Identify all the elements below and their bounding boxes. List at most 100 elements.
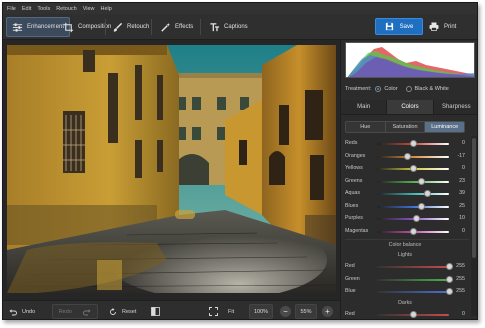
zoom-out-button[interactable]: −	[280, 306, 291, 317]
zoom-100-button[interactable]: 100%	[249, 304, 273, 319]
luminance-reds-slider-handle[interactable]	[409, 140, 417, 147]
sliders-icon	[12, 22, 23, 32]
luminance-purples-value: 10	[459, 215, 465, 221]
subtab-hue[interactable]: Hue	[346, 122, 386, 132]
subtab-luminance[interactable]: Luminance	[425, 122, 464, 132]
histogram	[345, 42, 475, 78]
luminance-aquas-value: 39	[459, 190, 465, 196]
compare-button[interactable]	[151, 304, 160, 319]
luminance-magentas-row: Magentas 0	[341, 226, 469, 238]
luminance-aquas-slider-handle[interactable]	[423, 190, 431, 197]
menu-retouch[interactable]: Retouch	[56, 6, 77, 12]
treatment-color-label: Color	[384, 86, 398, 92]
magic-wand-icon	[161, 22, 171, 32]
luminance-magentas-value: 0	[462, 227, 465, 234]
tab-colors[interactable]: Colors	[387, 100, 434, 114]
menu-edit[interactable]: Edit	[22, 6, 31, 12]
undo-icon	[9, 308, 17, 315]
luminance-oranges-slider-handle[interactable]	[403, 152, 411, 160]
redo-button[interactable]: Redo	[52, 304, 98, 319]
luminance-purples-row: Purples 10	[341, 213, 469, 225]
scrollbar-thumb[interactable]	[472, 138, 476, 258]
luminance-purples-slider-handle[interactable]	[413, 215, 421, 222]
color-balance-heading: Color balance	[388, 242, 422, 248]
lights-green-slider[interactable]	[377, 278, 449, 281]
tab-sharpness[interactable]: Sharpness	[433, 100, 477, 114]
luminance-magentas-slider-handle[interactable]	[409, 227, 417, 235]
darks-heading: Darks	[398, 299, 412, 306]
luminance-oranges-label: Oranges	[345, 152, 366, 159]
fit-icon	[209, 307, 218, 316]
tab-effects[interactable]: Effects	[155, 17, 198, 37]
panel-scrollbar[interactable]	[471, 136, 477, 316]
luminance-greens-value: 23	[459, 177, 465, 184]
tab-captions[interactable]: Captions	[204, 17, 253, 37]
luminance-yellows-slider-handle[interactable]	[409, 165, 417, 172]
save-label: Save	[399, 23, 414, 30]
lights-blue-label: Blue	[345, 288, 356, 294]
lights-red-slider[interactable]	[377, 266, 449, 268]
photo-canvas[interactable]	[7, 45, 336, 293]
luminance-greens-slider-handle[interactable]	[418, 177, 426, 185]
lights-blue-slider[interactable]	[377, 291, 449, 293]
minus-icon: −	[283, 306, 288, 316]
menu-file[interactable]: File	[7, 6, 16, 12]
luminance-reds-label: Reds	[345, 140, 358, 146]
luminance-greens-slider[interactable]	[377, 180, 449, 183]
toolbar-divider	[200, 19, 201, 35]
lights-green-row: Green 255	[341, 274, 469, 286]
radio-dot	[405, 86, 412, 92]
tab-retouch[interactable]: Retouch	[107, 17, 154, 37]
lights-heading: Lights	[397, 252, 413, 258]
darks-red-label: Red	[345, 310, 355, 317]
darks-red-slider-handle[interactable]	[409, 310, 417, 318]
lights-blue-value: 255	[456, 288, 465, 294]
section-divider	[345, 239, 469, 240]
luminance-aquas-row: Aquas 39	[341, 188, 469, 200]
text-icon	[210, 22, 220, 31]
brush-icon	[113, 22, 123, 32]
lights-red-value: 255	[456, 263, 465, 269]
undo-label: Undo	[22, 308, 36, 315]
lights-red-row: Red 255	[341, 261, 469, 273]
luminance-blues-slider-handle[interactable]	[418, 202, 426, 210]
subtab-saturation[interactable]: Saturation	[385, 122, 426, 132]
luminance-greens-label: Greens	[345, 177, 363, 184]
luminance-aquas-slider[interactable]	[377, 193, 449, 195]
luminance-blues-slider[interactable]	[377, 205, 449, 208]
treatment-bw-radio[interactable]: Black & White	[405, 86, 449, 92]
radio-dot	[375, 86, 382, 92]
reset-label: Reset	[122, 308, 137, 315]
fit-button[interactable]: Fit	[209, 304, 234, 319]
floppy-disk-icon	[385, 22, 393, 31]
print-label: Print	[444, 23, 457, 30]
reset-icon	[110, 307, 116, 315]
photo-editor-window: File Edit Tools Retouch View Help Enhanc…	[2, 2, 478, 320]
darks-red-value: 0	[462, 310, 465, 317]
luminance-yellows-label: Yellows	[345, 165, 363, 171]
printer-icon	[429, 22, 439, 31]
menu-view[interactable]: View	[83, 6, 95, 12]
lights-green-value: 255	[456, 275, 465, 282]
redo-label: Redo	[58, 308, 72, 315]
lights-red-label: Red	[345, 263, 355, 269]
adjustment-sliders: Reds 0 Oranges -17 Yellows 0 Greens 23 Aquas 39 Bl…	[341, 136, 471, 319]
zoom-level-field[interactable]: 55%	[295, 304, 317, 319]
luminance-oranges-slider[interactable]	[377, 155, 449, 158]
tab-main[interactable]: Main	[341, 100, 388, 114]
reset-button[interactable]: Reset	[109, 304, 136, 319]
menu-tools[interactable]: Tools	[37, 6, 50, 12]
print-button[interactable]: Print	[427, 18, 469, 35]
redo-icon	[83, 308, 91, 315]
tab-effects-label: Effects	[175, 24, 194, 30]
menu-help[interactable]: Help	[101, 6, 112, 12]
fit-label: Fit	[228, 308, 235, 315]
colors-subtabs: Hue Saturation Luminance	[345, 121, 465, 133]
crop-icon	[63, 22, 74, 32]
treatment-color-radio[interactable]: Color	[375, 86, 398, 92]
toolbar-divider	[151, 19, 152, 35]
save-button[interactable]: Save	[375, 18, 423, 35]
zoom-in-button[interactable]: +	[322, 306, 333, 317]
luminance-magentas-label: Magentas	[345, 227, 369, 234]
undo-button[interactable]: Undo	[9, 304, 35, 319]
